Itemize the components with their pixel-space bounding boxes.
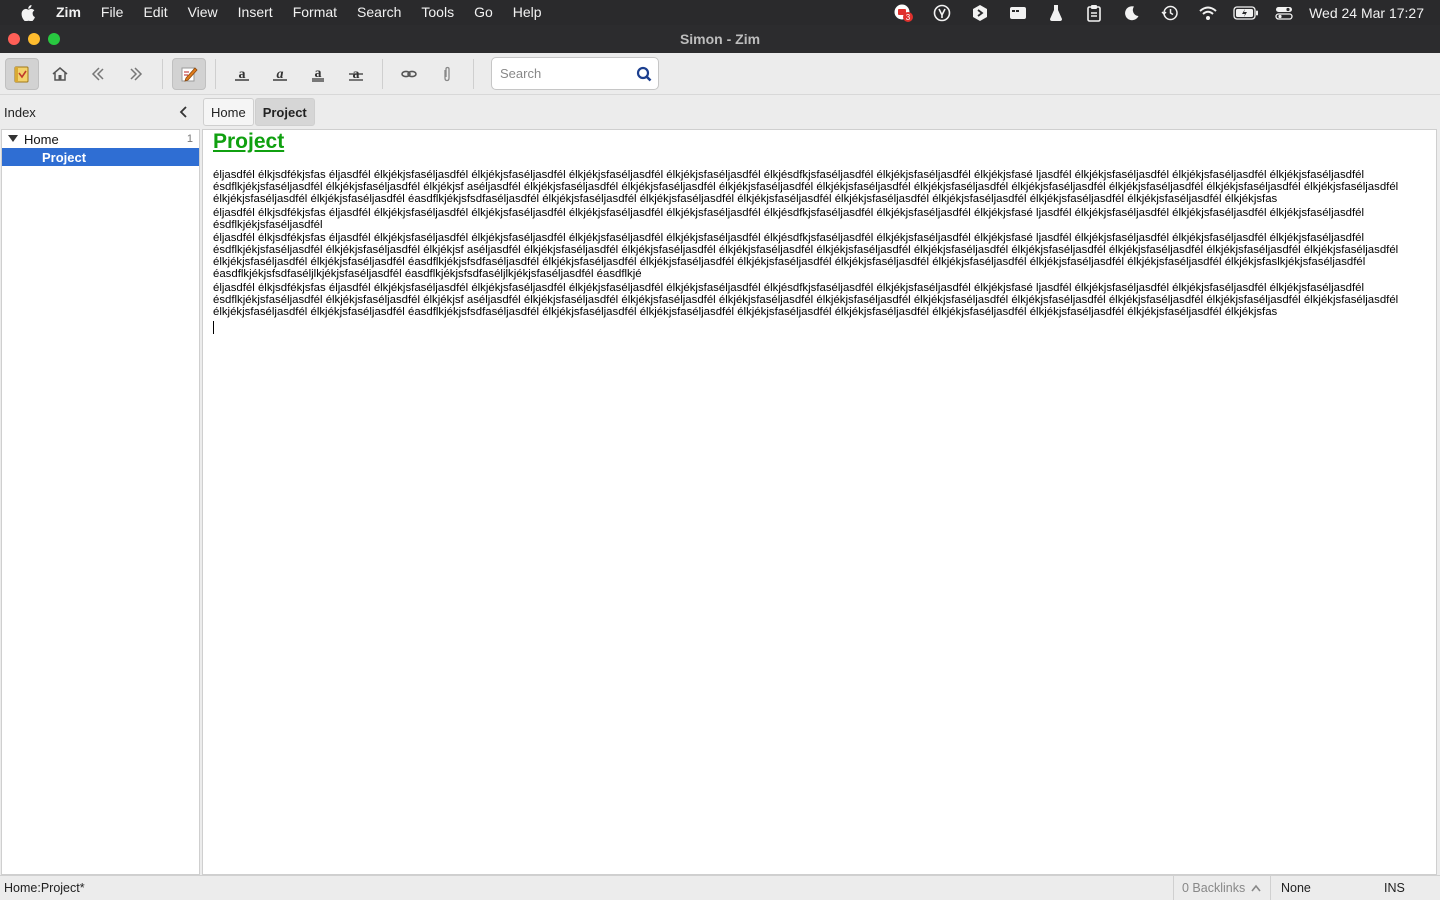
badge-count: 3 [906,13,911,22]
status-bar: Home:Project* 0 Backlinks None INS [0,875,1440,900]
search-icon[interactable] [636,66,652,82]
attach-file-button[interactable] [430,58,464,90]
tree-item-home[interactable]: Home 1 [2,130,199,148]
link-icon [401,70,417,77]
menubar-clock[interactable]: Wed 24 Mar 17:27 [1303,5,1440,21]
crumb-project[interactable]: Project [254,98,315,126]
close-button[interactable] [8,33,20,45]
window-title: Simon - Zim [679,31,761,47]
menu-insert[interactable]: Insert [228,0,283,25]
insert-link-button[interactable] [392,58,426,90]
menu-view[interactable]: View [178,0,228,25]
underline-button[interactable]: a [301,58,335,90]
index-header: Index [0,95,200,129]
index-tree: Home 1 Project [1,129,200,875]
menubar: Zim File Edit View Insert Format Search … [0,0,1440,25]
page-paragraph: éljasdfél élkjsdfékjsfas éljasdfél élkjé… [213,169,1399,205]
bold-icon: a [235,67,249,82]
accessibility-icon[interactable] [923,0,961,25]
menu-go[interactable]: Go [464,0,503,25]
edit-pencil-icon [181,66,198,82]
expander-down-icon[interactable] [2,135,24,143]
toolbar-separator [162,58,163,89]
window-controls [0,33,60,45]
forward-arrow-icon [130,66,143,81]
moon-icon[interactable] [1113,0,1151,25]
italic-button[interactable]: a [263,58,297,90]
time-machine-icon[interactable] [1151,0,1189,25]
battery-icon[interactable] [1227,0,1265,25]
index-title: Index [4,104,36,120]
menu-edit[interactable]: Edit [133,0,177,25]
menu-format[interactable]: Format [283,0,347,25]
flask-icon[interactable] [1037,0,1075,25]
script-icon[interactable] [961,0,999,25]
toolbar: a a a a [0,53,1440,95]
index-pane: Index Home 1 Project [0,95,200,875]
bold-button[interactable]: a [225,58,259,90]
search-box [491,57,659,90]
toolbar-separator [382,58,383,89]
toolbar-separator [215,58,216,89]
notebook-button[interactable] [5,57,39,90]
tree-item-label: Project [42,149,87,165]
home-button[interactable] [43,58,77,90]
collapse-pane-icon[interactable] [178,106,190,118]
home-icon [52,66,68,81]
insert-mode-indicator: INS [1384,881,1405,895]
menu-file[interactable]: File [91,0,134,25]
minimize-button[interactable] [28,33,40,45]
menubar-status-area: 3 Wed 24 Mar 17:27 [885,0,1440,25]
menu-tools[interactable]: Tools [411,0,464,25]
control-center-icon[interactable] [1265,0,1303,25]
edit-toggle-button[interactable] [172,57,206,90]
window-icon[interactable] [999,0,1037,25]
zoom-button[interactable] [48,33,60,45]
page-paragraph: éljasdfél élkjsdfékjsfas éljasdfél élkjé… [213,206,1364,231]
app-menu[interactable]: Zim [56,0,91,25]
back-arrow-icon [91,66,104,81]
tree-item-count: 1 [186,133,193,145]
back-button[interactable] [81,58,115,90]
notebook-icon [14,66,29,82]
content-panes: Index Home 1 Project Home Project Projec… [0,95,1440,875]
apple-icon [21,4,35,21]
forward-button[interactable] [119,58,153,90]
page-paragraph: éljasdfél élkjsdfékjsfas éljasdfél élkjé… [213,232,1399,280]
italic-icon: a [273,67,287,82]
title-bar[interactable]: Simon - Zim [0,25,1440,53]
text-cursor [213,320,214,334]
zim-window: Simon - Zim a a a a [0,25,1440,900]
wifi-icon[interactable] [1189,0,1227,25]
tree-item-label: Home [24,131,59,147]
toolbar-separator [473,58,474,89]
status-page-path: Home:Project* [4,881,85,895]
apple-menu[interactable] [0,4,56,21]
clipboard-icon[interactable] [1075,0,1113,25]
path-bar: Home Project [202,95,1440,129]
strikethrough-button[interactable]: a [339,58,373,90]
style-indicator: None [1270,875,1374,900]
search-input[interactable] [500,66,636,81]
tree-item-project[interactable]: Project [2,148,199,166]
paperclip-icon [444,66,450,81]
crumb-home[interactable]: Home [203,98,254,126]
chevron-up-icon [1251,884,1261,892]
page-heading: Project [213,130,285,153]
backlinks-button[interactable]: 0 Backlinks [1173,875,1270,900]
page-pane: Home Project Project éljasdfél élkjsdfék… [202,95,1440,875]
page-editor[interactable]: Project éljasdfél élkjsdfékjsfas éljasdf… [202,129,1437,875]
underline-icon: a [312,66,324,82]
strikethrough-icon: a [349,67,363,82]
page-paragraph: éljasdfél élkjsdfékjsfas éljasdfél élkjé… [213,281,1399,318]
notification-badge-icon[interactable]: 3 [885,0,923,25]
menu-search[interactable]: Search [347,0,411,25]
menu-help[interactable]: Help [503,0,552,25]
backlinks-label: 0 Backlinks [1182,881,1246,895]
